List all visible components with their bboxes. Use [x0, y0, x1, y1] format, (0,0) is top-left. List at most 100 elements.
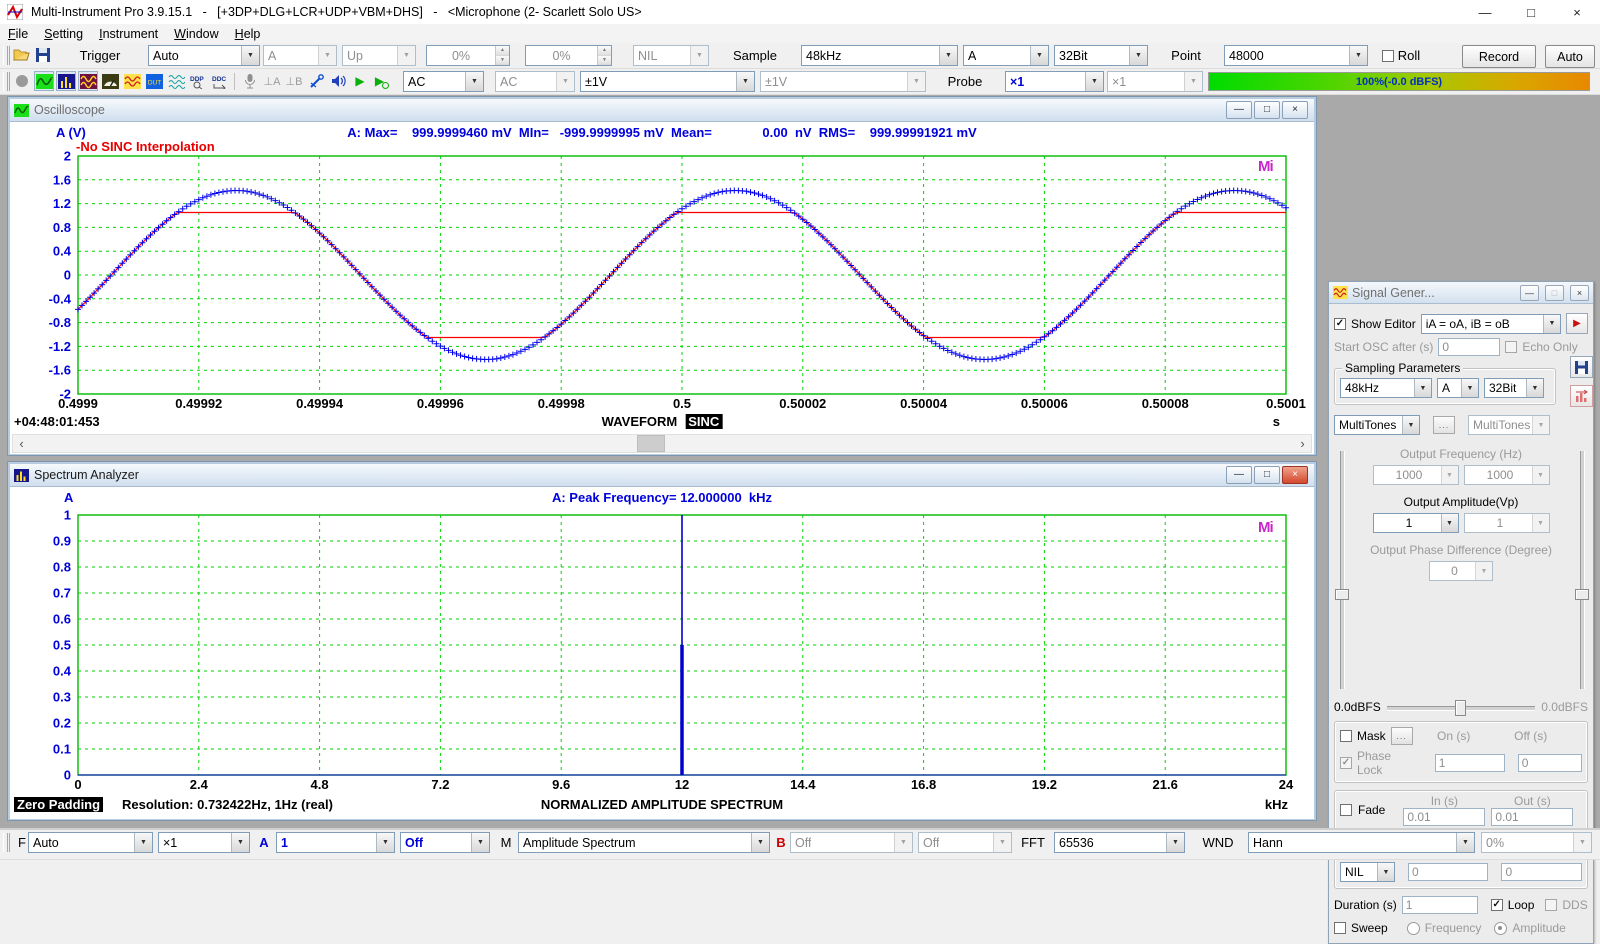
amplitude-a-combo[interactable]: 1▼ — [1373, 513, 1459, 533]
close-button[interactable]: × — [1282, 466, 1308, 484]
input-device-button[interactable] — [240, 71, 260, 91]
frequency-a-combo[interactable]: 1000▼ — [1373, 465, 1459, 485]
probe-b-combo[interactable]: ×1▼ — [1107, 71, 1203, 92]
ddc-button[interactable]: DDC — [210, 71, 230, 91]
generator-sampling-rate-combo[interactable]: 48kHz▼ — [1340, 378, 1432, 398]
device-test-plan-button[interactable] — [122, 71, 142, 91]
menu-window[interactable]: Window — [166, 27, 226, 41]
generator-channels-combo[interactable]: A▼ — [1437, 378, 1479, 398]
maximize-button[interactable]: □ — [1254, 466, 1280, 484]
window-function-combo[interactable]: Hann▼ — [1248, 832, 1475, 853]
show-editor-checkbox[interactable]: ✓ — [1334, 318, 1346, 330]
carrier-field[interactable]: 0 — [1408, 863, 1489, 881]
spin-up-icon[interactable]: ▲ — [496, 46, 509, 56]
trigger-mode-combo[interactable]: Auto▼ — [148, 45, 260, 66]
fade-in-field[interactable]: 0.01 — [1403, 808, 1485, 826]
open-file-button[interactable] — [12, 45, 32, 65]
frequency-multiplier-combo[interactable]: ×1▼ — [158, 832, 250, 853]
dut-button[interactable]: DUT — [144, 71, 164, 91]
roll-option[interactable]: Roll — [1371, 43, 1431, 68]
minimize-button[interactable]: — — [1462, 0, 1508, 24]
coupling-b-combo[interactable]: AC▼ — [495, 71, 575, 92]
dds-checkbox[interactable] — [1545, 899, 1557, 911]
close-button[interactable]: × — [1282, 101, 1308, 119]
routing-combo[interactable]: iA = oA, iB = oB▼ — [1421, 314, 1561, 334]
menu-help[interactable]: Help — [227, 27, 269, 41]
ground-b-button[interactable]: ⊥B — [284, 71, 304, 91]
roll-checkbox[interactable] — [1382, 50, 1394, 62]
menu-file[interactable]: File — [0, 27, 36, 41]
sweep-amplitude-radio[interactable] — [1494, 922, 1507, 935]
auto-button[interactable]: Auto — [1545, 45, 1595, 68]
oscilloscope-tool-button[interactable] — [34, 71, 54, 91]
spin-down-icon[interactable]: ▼ — [496, 56, 509, 66]
save-signal-button[interactable] — [1570, 356, 1593, 378]
sampling-channels-combo[interactable]: A▼ — [963, 45, 1049, 66]
signal-generator-titlebar[interactable]: Signal Gener... — □ × — [1329, 282, 1593, 304]
trigger-source-combo[interactable]: A▼ — [263, 45, 337, 66]
scrollbar-track[interactable] — [30, 435, 1294, 452]
slider-handle[interactable] — [1335, 589, 1349, 600]
close-button[interactable]: × — [1554, 0, 1600, 24]
oscilloscope-titlebar[interactable]: Oscilloscope — □ × — [10, 99, 1314, 122]
generator-bits-combo[interactable]: 32Bit▼ — [1484, 378, 1544, 398]
echo-only-checkbox[interactable] — [1505, 341, 1517, 353]
phase-difference-combo[interactable]: 0▼ — [1429, 561, 1493, 581]
maximize-button[interactable]: □ — [1254, 101, 1280, 119]
record-length-combo[interactable]: 48000▼ — [1224, 45, 1368, 66]
trigger-delay-spinner[interactable]: 0%▲▼ — [525, 45, 612, 66]
run-button[interactable]: ▶ — [350, 71, 370, 91]
maximize-button[interactable]: □ — [1508, 0, 1554, 24]
balance-slider[interactable] — [1387, 699, 1536, 715]
record-button[interactable]: Record — [1462, 45, 1536, 68]
maximize-button[interactable]: □ — [1545, 285, 1564, 301]
fft-size-combo[interactable]: 65536▼ — [1054, 832, 1185, 853]
frequency-b-combo[interactable]: 1000▼ — [1464, 465, 1550, 485]
spin-down-icon[interactable]: ▼ — [598, 56, 611, 66]
display-b-combo[interactable]: Off▼ — [790, 832, 913, 853]
start-osc-field[interactable]: 0 — [1438, 338, 1500, 356]
waveform-a-combo[interactable]: MultiTones▼ — [1334, 415, 1420, 435]
range-a-combo[interactable]: ±1V▼ — [580, 71, 755, 92]
sampling-bits-combo[interactable]: 32Bit▼ — [1054, 45, 1148, 66]
phase-lock-checkbox[interactable]: ✓ — [1340, 757, 1352, 769]
menu-setting[interactable]: Setting — [36, 27, 91, 41]
peak-hold-a-combo[interactable]: Off▼ — [400, 832, 490, 853]
signal-generator-tool-button[interactable] — [78, 71, 98, 91]
mask-more-button[interactable]: ... — [1391, 727, 1413, 745]
probe-a-combo[interactable]: ×1▼ — [1005, 71, 1104, 92]
ddp-viewer-button[interactable]: DDP — [188, 71, 208, 91]
ground-a-button[interactable]: ⊥A — [262, 71, 282, 91]
mask-on-field[interactable]: 1 — [1435, 754, 1505, 772]
peak-hold-b-combo[interactable]: Off▼ — [918, 832, 1012, 853]
sweep-frequency-radio[interactable] — [1407, 922, 1420, 935]
fade-out-field[interactable]: 0.01 — [1491, 808, 1573, 826]
scroll-right-icon[interactable]: › — [1294, 435, 1311, 452]
analysis-mode-combo[interactable]: Amplitude Spectrum▼ — [518, 832, 770, 853]
slider-handle[interactable] — [1575, 589, 1589, 600]
spin-up-icon[interactable]: ▲ — [598, 46, 611, 56]
sampling-rate-combo[interactable]: 48kHz▼ — [801, 45, 958, 66]
generator-start-button[interactable]: ▶ — [1566, 313, 1588, 334]
menu-instrument[interactable]: Instrument — [91, 27, 166, 41]
mask-checkbox[interactable] — [1340, 730, 1352, 742]
range-b-combo[interactable]: ±1V▼ — [760, 71, 926, 92]
amplitude-slider-b[interactable] — [1574, 451, 1588, 689]
sound-output-button[interactable] — [328, 71, 348, 91]
minimize-button[interactable]: — — [1226, 466, 1252, 484]
spinner-arrows[interactable]: ▲▼ — [597, 46, 611, 65]
oscilloscope-scrollbar[interactable]: ‹ › — [12, 434, 1312, 453]
fade-checkbox[interactable] — [1340, 804, 1352, 816]
mask-off-field[interactable]: 0 — [1518, 754, 1582, 772]
trigger-level-spinner[interactable]: 0%▲▼ — [426, 45, 510, 66]
calibration-button[interactable] — [306, 71, 326, 91]
minimize-button[interactable]: — — [1226, 101, 1252, 119]
zero-padding-badge[interactable]: Zero Padding — [14, 797, 103, 812]
display-a-combo[interactable]: 1▼ — [276, 832, 395, 853]
spectrum-analyzer-tool-button[interactable] — [56, 71, 76, 91]
overlap-combo[interactable]: 0%▼ — [1481, 832, 1592, 853]
multimeter-tool-button[interactable] — [100, 71, 120, 91]
scrollbar-thumb[interactable] — [637, 435, 665, 452]
waveform-b-combo[interactable]: MultiTones▼ — [1468, 415, 1550, 435]
close-button[interactable]: × — [1570, 285, 1589, 301]
